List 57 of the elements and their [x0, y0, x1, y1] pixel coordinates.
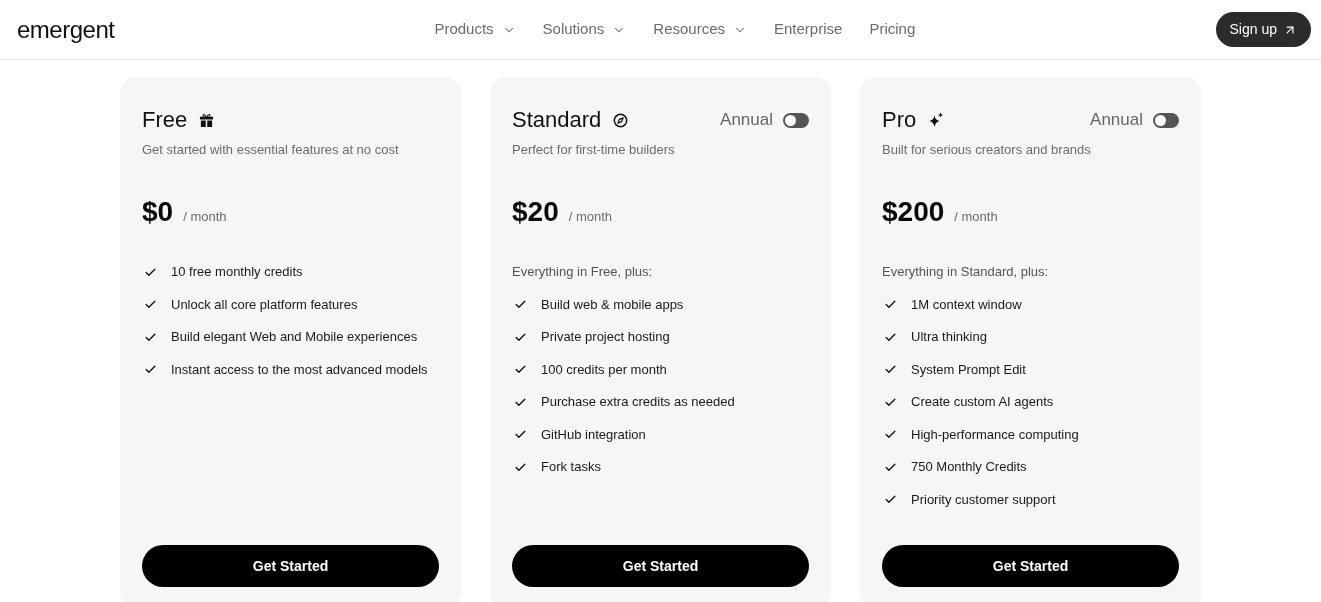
feature-text: 1M context window	[911, 295, 1022, 314]
nav-link[interactable]: Products	[434, 18, 516, 41]
feature-text: GitHub integration	[541, 425, 646, 444]
get-started-button[interactable]: Get Started	[512, 545, 809, 587]
get-started-button[interactable]: Get Started	[882, 545, 1179, 587]
price-period: / month	[954, 208, 998, 226]
price-period: / month	[183, 208, 227, 226]
feature-text: Build elegant Web and Mobile experiences	[171, 328, 418, 346]
check-icon	[514, 428, 527, 441]
get-started-button[interactable]: Get Started	[142, 545, 439, 587]
check-icon	[514, 298, 527, 311]
check-icon	[144, 298, 157, 311]
feature-text: Build web & mobile apps	[541, 295, 684, 314]
feature-text: Fork tasks	[541, 458, 601, 476]
plan-price: $0	[142, 195, 174, 229]
feature-text: Instant access to the most advanced models	[171, 360, 428, 379]
feature-text: High-performance computing	[911, 425, 1079, 444]
feature-text: 10 free monthly credits	[171, 263, 303, 281]
annual-toggle[interactable]	[1153, 112, 1179, 128]
check-icon	[144, 363, 157, 376]
includes-note: Everything in Standard, plus:	[882, 263, 1050, 281]
check-icon	[884, 428, 897, 441]
price-period: / month	[568, 208, 613, 226]
compass-icon	[613, 112, 629, 128]
includes-note: Everything in Free, plus:	[512, 263, 654, 281]
plan-description: Get started with essential features at no cost	[142, 141, 400, 159]
feature-text: Create custom AI agents	[911, 393, 1054, 411]
feature-text: System Prompt Edit	[911, 360, 1026, 379]
check-icon	[884, 298, 897, 311]
feature-text: Purchase extra credits as needed	[541, 393, 735, 411]
sparkle-icon	[928, 112, 945, 128]
feature-text: Private project hosting	[541, 328, 670, 346]
nav-link[interactable]: Pricing	[869, 18, 916, 41]
nav-link[interactable]: Enterprise	[774, 18, 843, 41]
logo[interactable]: emergent	[17, 16, 115, 43]
nav-link[interactable]: Solutions	[542, 18, 627, 41]
annual-label: Annual	[1090, 110, 1143, 130]
plan-price: $200	[882, 195, 945, 229]
check-icon	[514, 363, 527, 376]
check-icon	[884, 363, 897, 376]
plan-price: $20	[512, 195, 559, 229]
plan-name: Standard	[512, 107, 602, 133]
feature-text: Ultra thinking	[911, 328, 987, 346]
check-icon	[884, 493, 897, 506]
feature-text: 100 credits per month	[541, 360, 667, 379]
plan-description: Perfect for first-time builders	[512, 141, 676, 159]
feature-text: Unlock all core platform features	[171, 295, 358, 314]
feature-text: Priority customer support	[911, 490, 1056, 509]
gift-icon	[199, 112, 215, 128]
plan-description: Built for serious creators and brands	[882, 141, 1092, 159]
annual-toggle[interactable]	[783, 112, 809, 128]
annual-label: Annual	[720, 110, 773, 130]
sign-up-button[interactable]: Sign up	[1215, 12, 1311, 47]
plan-name: Pro	[882, 107, 917, 133]
plan-name: Free	[142, 107, 188, 133]
nav-link[interactable]: Resources	[653, 18, 747, 41]
feature-text: 750 Monthly Credits	[911, 458, 1027, 476]
